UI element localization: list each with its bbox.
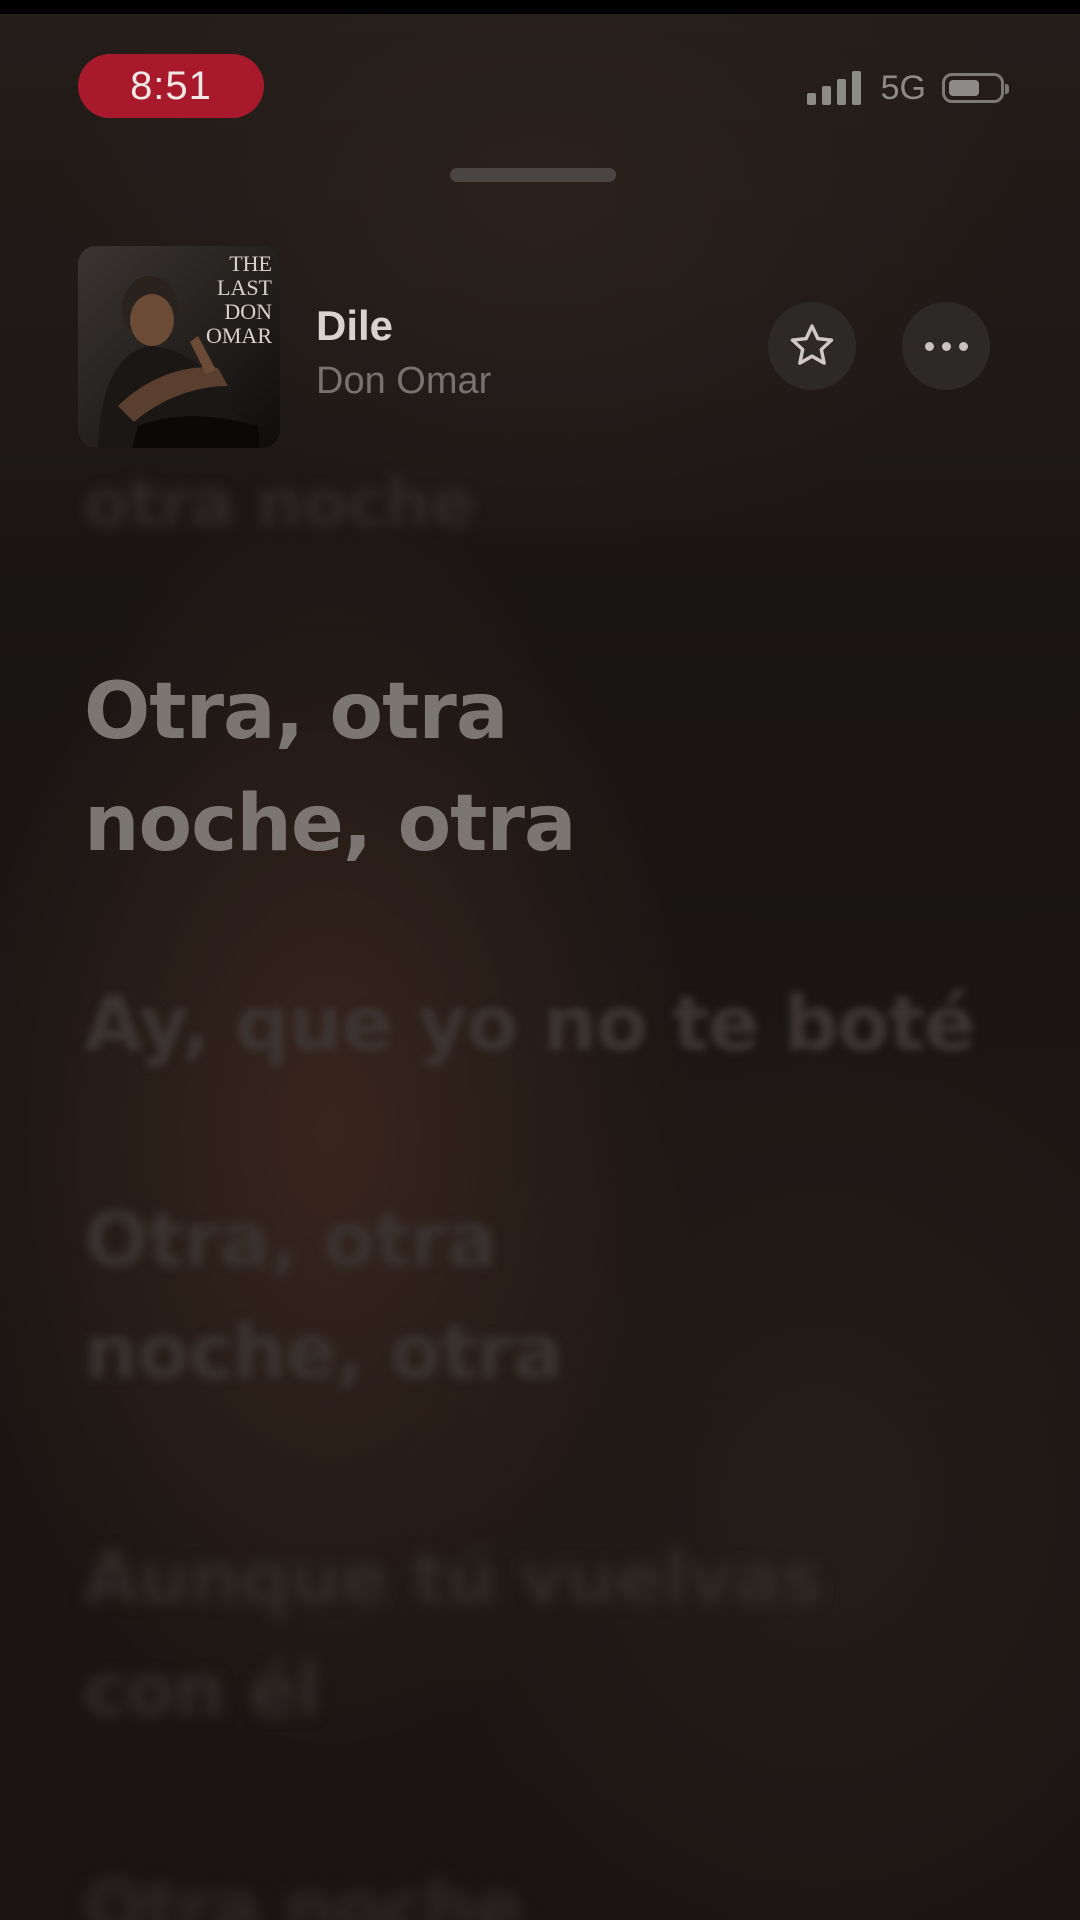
lyric-line-previous[interactable]: otra noche <box>84 464 984 544</box>
lyric-line-upcoming[interactable]: Aunque tú vuelvas con él <box>84 1522 904 1746</box>
ellipsis-icon <box>924 341 968 351</box>
status-time[interactable]: 8:51 <box>78 54 264 118</box>
sheet-grabber[interactable] <box>450 168 616 182</box>
more-options-button[interactable] <box>902 302 990 390</box>
album-artwork[interactable]: THE LAST DON OMAR <box>78 246 280 448</box>
top-edge <box>0 0 1080 14</box>
track-title[interactable]: Dile <box>316 302 393 350</box>
network-type: 5G <box>880 68 926 107</box>
lyric-line-upcoming[interactable]: Ay, que yo no te boté <box>84 968 984 1080</box>
lyric-line-upcoming[interactable]: Otra, otra noche, otra <box>84 1184 644 1408</box>
status-indicators: 5G <box>806 66 1009 110</box>
lyric-line-upcoming[interactable]: Otra noche <box>84 1852 984 1920</box>
cellular-signal-icon <box>806 71 861 105</box>
lyric-line-current[interactable]: Otra, otra noche, otra <box>84 656 644 880</box>
favorite-button[interactable] <box>768 302 856 390</box>
battery-icon <box>942 73 1009 103</box>
star-icon <box>790 324 834 365</box>
lyrics-screen: 8:51 5G THE LAST DON OMAR Dile Don Omar … <box>0 0 1080 1920</box>
track-artist[interactable]: Don Omar <box>316 360 491 403</box>
artwork-lettering: THE LAST DON OMAR <box>205 251 272 348</box>
